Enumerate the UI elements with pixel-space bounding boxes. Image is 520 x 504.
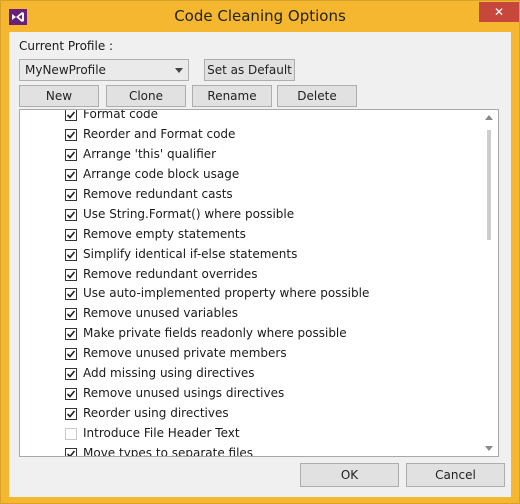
checkmark-icon <box>66 171 76 179</box>
profile-dropdown-value: MyNewProfile <box>25 63 106 77</box>
option-checkbox[interactable] <box>65 428 77 440</box>
option-checkbox[interactable] <box>65 328 77 341</box>
dialog-content: Current Profile : MyNewProfile Set as De… <box>9 32 511 497</box>
checkmark-icon <box>66 151 76 159</box>
current-profile-label: Current Profile : <box>19 39 114 53</box>
option-checkbox[interactable] <box>65 288 77 301</box>
checkmark-icon <box>66 131 76 139</box>
option-item[interactable]: Remove unused usings directives <box>20 384 480 404</box>
chevron-down-icon <box>175 68 183 73</box>
checkmark-icon <box>66 370 76 378</box>
option-label: Arrange 'this' qualifier <box>83 146 217 161</box>
delete-profile-button[interactable]: Delete <box>277 85 357 107</box>
option-item[interactable]: Reorder using directives <box>20 404 480 424</box>
option-label: Remove redundant overrides <box>83 266 258 281</box>
checkmark-icon <box>66 290 76 299</box>
option-checkbox[interactable] <box>65 308 77 321</box>
option-label: Use auto-implemented property where poss… <box>83 286 370 301</box>
option-item[interactable]: Remove unused private members <box>20 344 480 364</box>
checkmark-icon <box>66 111 76 119</box>
scroll-down-icon[interactable] <box>485 446 493 451</box>
option-item[interactable]: Remove redundant overrides <box>20 265 480 285</box>
checkmark-icon <box>66 450 76 456</box>
option-label: Use String.Format() where possible <box>83 206 295 221</box>
ok-button[interactable]: OK <box>300 463 399 487</box>
option-checkbox[interactable] <box>65 168 77 181</box>
option-checkbox[interactable] <box>65 268 77 281</box>
option-label: Remove redundant casts <box>83 186 233 201</box>
checkmark-icon <box>66 251 76 259</box>
option-checkbox[interactable] <box>65 248 77 261</box>
profile-dropdown[interactable]: MyNewProfile <box>19 59 189 81</box>
checkmark-icon <box>66 350 76 358</box>
option-label: Arrange code block usage <box>83 166 240 181</box>
option-label: Remove unused usings directives <box>83 386 285 401</box>
option-label: Make private fields readonly where possi… <box>83 326 347 341</box>
option-checkbox[interactable] <box>65 368 77 381</box>
option-checkbox[interactable] <box>65 228 77 241</box>
option-item[interactable]: Remove unused variables <box>20 304 480 324</box>
option-item[interactable]: Make private fields readonly where possi… <box>20 324 480 344</box>
set-as-default-button[interactable]: Set as Default <box>204 59 295 81</box>
option-item[interactable]: Introduce File Header Text <box>20 424 480 444</box>
option-checkbox[interactable] <box>65 208 77 221</box>
option-item[interactable]: Format code <box>20 109 480 125</box>
option-checkbox[interactable] <box>65 348 77 361</box>
title-bar[interactable]: Code Cleaning Options ✕ <box>1 1 519 33</box>
option-item[interactable]: Add missing using directives <box>20 364 480 384</box>
option-label: Simplify identical if-else statements <box>83 246 298 261</box>
window-title: Code Cleaning Options <box>174 7 346 25</box>
checkmark-icon <box>66 310 76 319</box>
checkmark-icon <box>66 191 76 199</box>
option-label: Introduce File Header Text <box>83 426 240 440</box>
new-profile-button[interactable]: New <box>19 85 99 107</box>
option-item[interactable]: Reorder and Format code <box>20 125 480 145</box>
clone-profile-button[interactable]: Clone <box>106 85 186 107</box>
scroll-up-icon[interactable] <box>485 115 493 120</box>
close-button[interactable]: ✕ <box>479 2 519 22</box>
option-checkbox[interactable] <box>65 188 77 201</box>
option-checkbox[interactable] <box>65 388 77 401</box>
checkmark-icon <box>66 410 76 418</box>
option-label: Remove unused variables <box>83 306 239 321</box>
option-label: Remove unused private members <box>83 346 287 361</box>
option-label: Remove empty statements <box>83 226 246 241</box>
checkmark-icon <box>66 211 76 219</box>
option-checkbox[interactable] <box>65 128 77 141</box>
options-items: Format code Reorder and Format code Arrang… <box>20 109 480 457</box>
option-item[interactable]: Arrange code block usage <box>20 165 480 185</box>
option-item[interactable]: Remove empty statements <box>20 225 480 245</box>
option-item[interactable]: Use auto-implemented property where poss… <box>20 284 480 304</box>
option-item[interactable]: Arrange 'this' qualifier <box>20 145 480 165</box>
option-label: Add missing using directives <box>83 366 255 381</box>
scroll-thumb[interactable] <box>487 130 491 240</box>
option-item[interactable]: Remove redundant casts <box>20 185 480 205</box>
option-item[interactable]: Use String.Format() where possible <box>20 205 480 225</box>
option-checkbox[interactable] <box>65 408 77 421</box>
option-checkbox[interactable] <box>65 148 77 161</box>
option-item[interactable]: Move types to separate files <box>20 444 480 457</box>
dialog-window: Code Cleaning Options ✕ Current Profile … <box>0 0 520 504</box>
checkmark-icon <box>66 270 76 279</box>
option-label: Format code <box>83 109 159 121</box>
checkmark-icon <box>66 330 76 339</box>
cancel-button[interactable]: Cancel <box>406 463 505 487</box>
rename-profile-button[interactable]: Rename <box>192 85 272 107</box>
close-icon: ✕ <box>493 5 505 19</box>
option-item[interactable]: Simplify identical if-else statements <box>20 245 480 265</box>
checkmark-icon <box>66 390 76 398</box>
option-label: Reorder using directives <box>83 406 229 421</box>
option-label: Move types to separate files <box>83 445 254 457</box>
cleaning-options-list[interactable]: Format code Reorder and Format code Arrang… <box>19 109 499 457</box>
checkmark-icon <box>66 231 76 239</box>
option-label: Reorder and Format code <box>83 126 236 141</box>
option-checkbox[interactable] <box>65 447 77 456</box>
vertical-scrollbar[interactable] <box>481 110 498 456</box>
option-checkbox[interactable] <box>65 110 77 121</box>
